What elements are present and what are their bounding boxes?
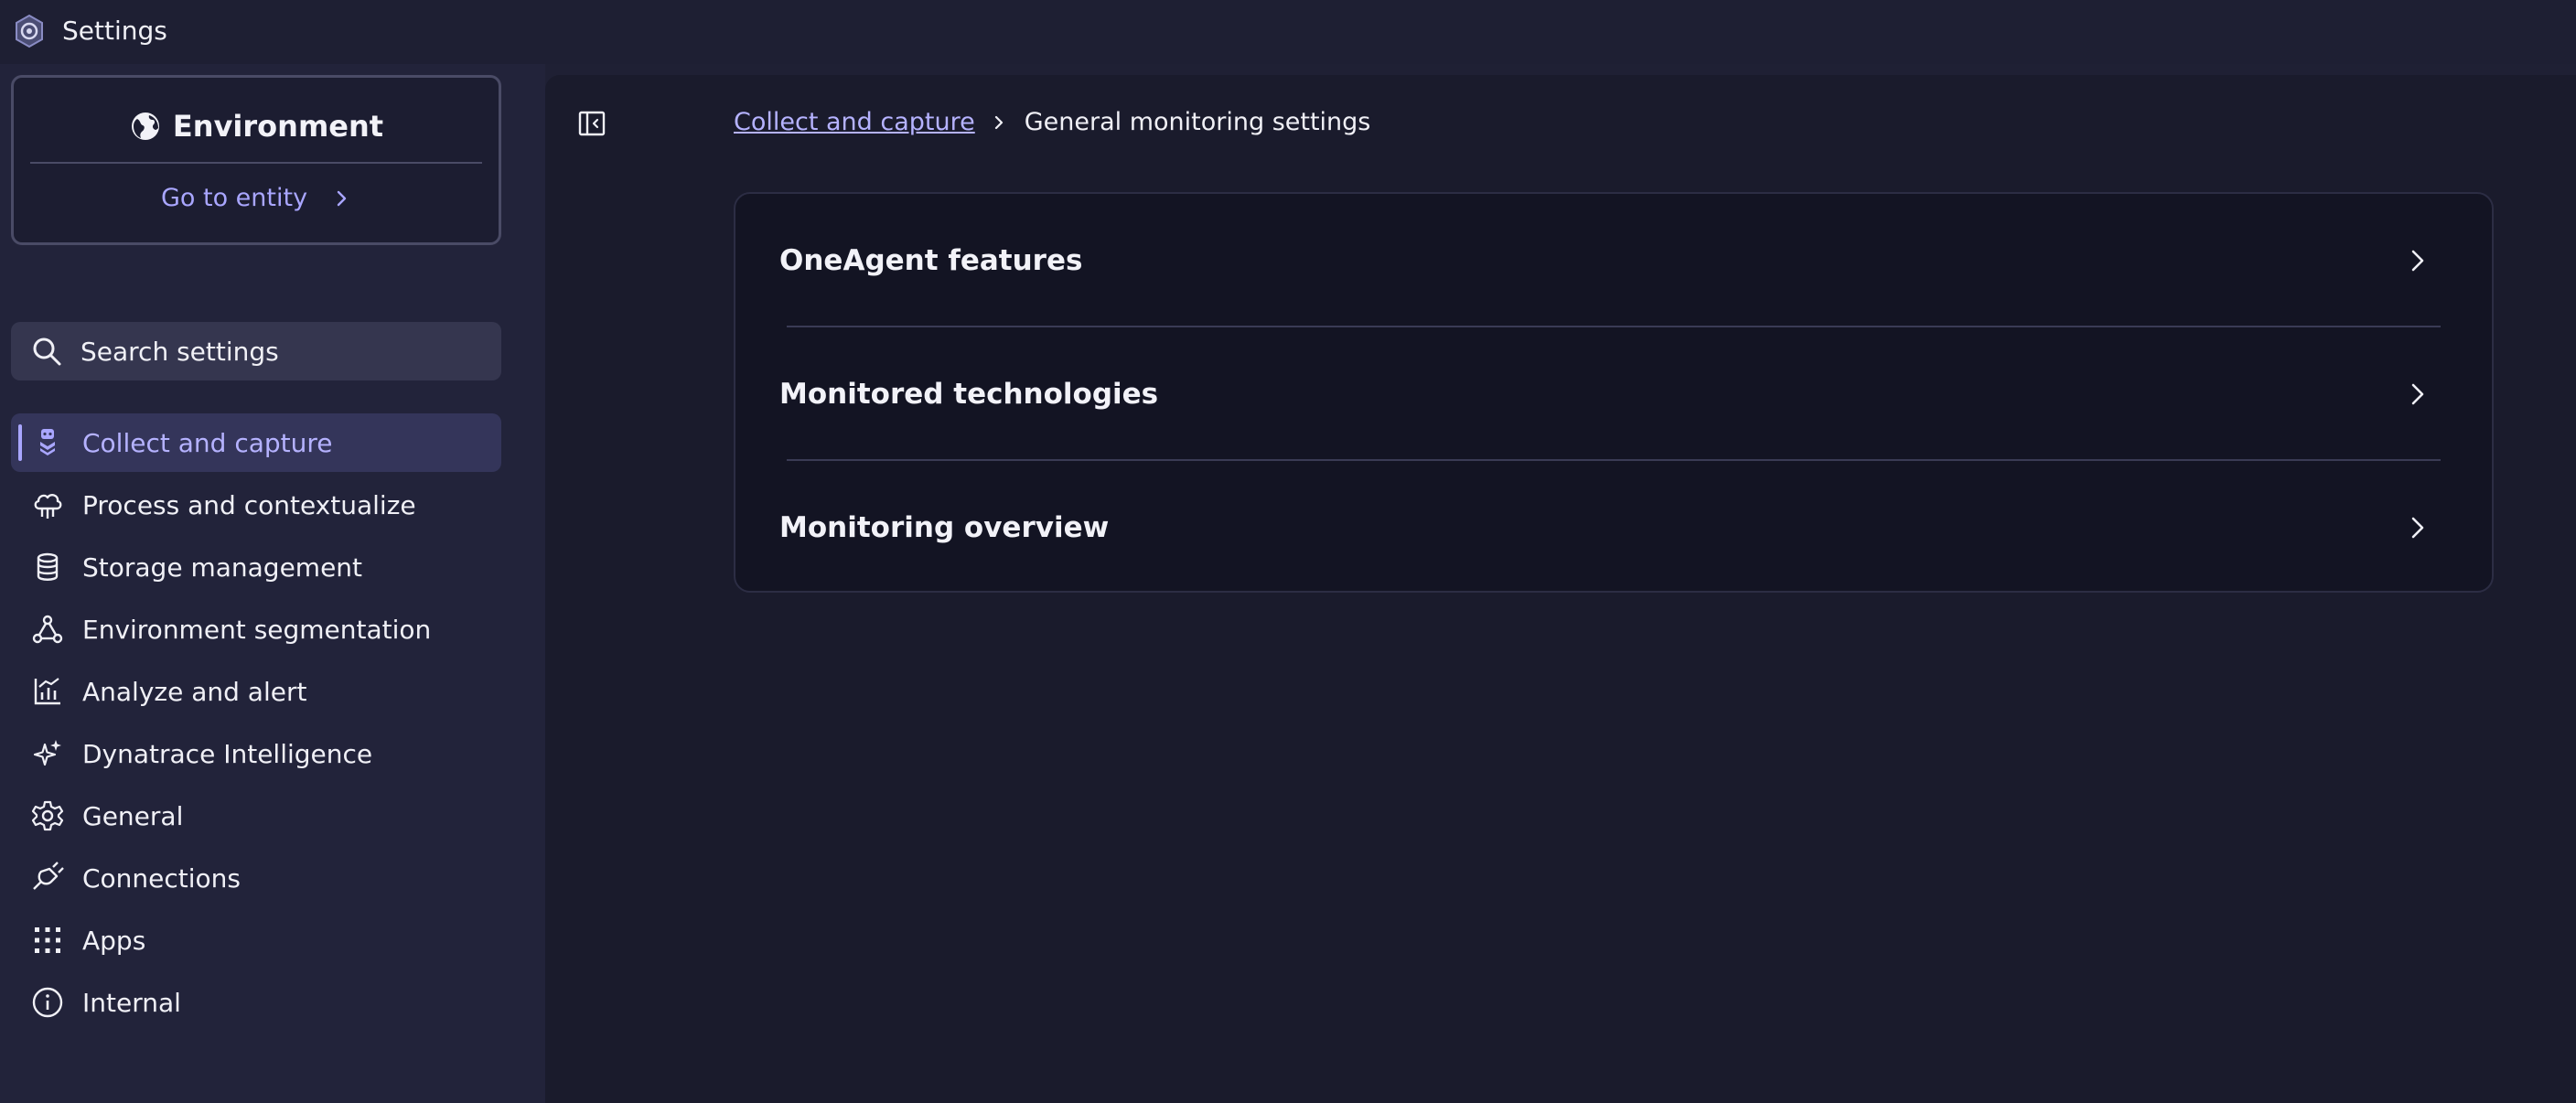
- nav-item-label: Analyze and alert: [82, 676, 307, 707]
- sparkle-icon: [31, 737, 64, 770]
- breadcrumb-current: General monitoring settings: [1024, 108, 1371, 136]
- nav-item-label: Apps: [82, 925, 146, 956]
- main-content: Collect and capture General monitoring s…: [545, 75, 2576, 1103]
- chevron-right-icon: [2404, 247, 2431, 274]
- settings-nav: Collect and capture Process and contextu…: [11, 413, 501, 1035]
- info-icon: [31, 986, 64, 1019]
- environment-header: Environment: [14, 109, 499, 144]
- collect-capture-icon: [31, 426, 64, 459]
- environment-title: Environment: [172, 109, 384, 144]
- apps-grid-icon: [31, 924, 64, 957]
- nav-item-process-and-contextualize[interactable]: Process and contextualize: [11, 476, 501, 534]
- environment-card: Environment Go to entity: [11, 75, 501, 245]
- sidebar: Environment Go to entity Search settings: [0, 64, 545, 1103]
- go-to-entity-button[interactable]: Go to entity: [14, 184, 499, 212]
- nav-item-collect-and-capture[interactable]: Collect and capture: [11, 413, 501, 472]
- nav-item-storage-management[interactable]: Storage management: [11, 538, 501, 596]
- search-icon: [31, 336, 62, 367]
- settings-sections-card: OneAgent features Monitored technologies…: [734, 192, 2494, 593]
- nav-item-label: Process and contextualize: [82, 489, 416, 520]
- globe-icon: [129, 110, 162, 143]
- section-label: OneAgent features: [779, 244, 1083, 277]
- chevron-right-icon: [2404, 514, 2431, 541]
- nav-item-internal[interactable]: Internal: [11, 973, 501, 1032]
- section-label: Monitored technologies: [779, 378, 1159, 411]
- breadcrumb-parent-link[interactable]: Collect and capture: [734, 108, 975, 136]
- nav-item-dynatrace-intelligence[interactable]: Dynatrace Intelligence: [11, 724, 501, 783]
- environment-divider: [30, 162, 482, 164]
- nav-item-environment-segmentation[interactable]: Environment segmentation: [11, 600, 501, 659]
- section-monitoring-overview[interactable]: Monitoring overview: [735, 461, 2492, 591]
- nav-item-label: Dynatrace Intelligence: [82, 738, 373, 769]
- nav-item-general[interactable]: General: [11, 787, 501, 845]
- collapse-sidebar-icon[interactable]: [576, 108, 607, 139]
- settings-app-icon: [11, 13, 48, 49]
- chevron-right-icon: [2404, 380, 2431, 408]
- cloud-process-icon: [31, 488, 64, 521]
- nav-item-label: Connections: [82, 862, 242, 894]
- gear-icon: [31, 799, 64, 832]
- section-oneagent-features[interactable]: OneAgent features: [735, 194, 2492, 327]
- search-settings-label: Search settings: [80, 336, 279, 367]
- database-icon: [31, 551, 64, 584]
- nav-item-label: Environment segmentation: [82, 614, 432, 645]
- breadcrumb: Collect and capture General monitoring s…: [734, 108, 1370, 136]
- search-settings-input[interactable]: Search settings: [11, 322, 501, 380]
- segmentation-icon: [31, 613, 64, 646]
- chevron-right-icon: [331, 188, 351, 209]
- chevron-right-icon: [990, 113, 1008, 132]
- nav-item-label: Collect and capture: [82, 427, 333, 458]
- nav-item-apps[interactable]: Apps: [11, 911, 501, 969]
- section-monitored-technologies[interactable]: Monitored technologies: [735, 327, 2492, 461]
- nav-item-label: Storage management: [82, 552, 363, 583]
- app-title: Settings: [62, 16, 167, 46]
- nav-item-label: General: [82, 800, 184, 831]
- nav-item-connections[interactable]: Connections: [11, 849, 501, 907]
- section-label: Monitoring overview: [779, 511, 1110, 544]
- plug-icon: [31, 862, 64, 894]
- go-to-entity-label: Go to entity: [160, 184, 308, 212]
- nav-item-label: Internal: [82, 987, 181, 1018]
- nav-item-analyze-and-alert[interactable]: Analyze and alert: [11, 662, 501, 721]
- top-bar: Settings: [0, 0, 2576, 64]
- chart-alert-icon: [31, 675, 64, 708]
